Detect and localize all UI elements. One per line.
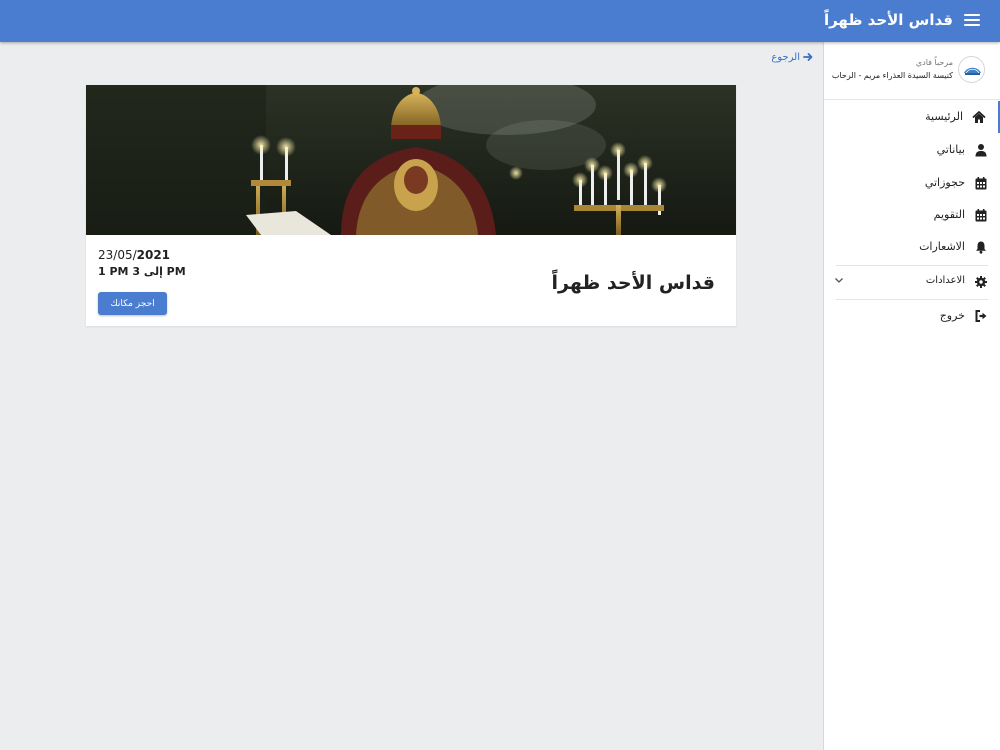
sidebar-item-calendar[interactable]: التقويم <box>824 199 1000 231</box>
event-banner-image <box>86 85 736 235</box>
back-label: الرجوع <box>771 52 800 63</box>
sidebar-item-label: بياناتي <box>936 143 965 156</box>
back-link[interactable]: الرجوع <box>771 52 813 63</box>
sidebar-item-label: الرئيسية <box>925 110 963 123</box>
church-logo-icon <box>958 56 985 83</box>
sidebar: مرحباً فادي كنيسة السيدة العذراء مريم - … <box>823 42 1000 750</box>
sidebar-item-label: التقويم <box>933 208 965 221</box>
sidebar-item-settings[interactable]: الاعدادات <box>824 266 1000 298</box>
event-card: قداس الأحد ظهراً 23/05/2021 1 PM إلى 3 P… <box>86 85 736 326</box>
sidebar-item-label: الاشعارات <box>919 240 965 253</box>
gear-icon <box>975 276 987 288</box>
sidebar-item-profile[interactable]: بياناتي <box>824 134 1000 166</box>
sidebar-item-label: حجوزاتي <box>924 176 965 189</box>
sidebar-item-bookings[interactable]: حجوزاتي <box>824 167 1000 199</box>
page-title: قداس الأحد ظهراً <box>823 11 953 29</box>
sidebar-item-label: خروج <box>939 309 965 322</box>
logout-icon <box>975 310 987 322</box>
event-date-day: 23/05/ <box>98 248 137 262</box>
event-date-year: 2021 <box>136 248 171 262</box>
top-app-bar: قداس الأحد ظهراً <box>0 0 1000 42</box>
sidebar-item-home[interactable]: الرئيسية <box>824 101 1000 133</box>
chevron-down-icon[interactable] <box>834 275 844 285</box>
book-seat-button[interactable]: احجز مكانك <box>98 292 167 315</box>
sidebar-item-logout[interactable]: خروج <box>824 300 1000 332</box>
arrow-right-icon <box>803 53 813 61</box>
hamburger-icon[interactable] <box>964 13 980 27</box>
event-time: 1 PM إلى 3 PM <box>98 265 186 278</box>
user-profile: مرحباً فادي كنيسة السيدة العذراء مريم - … <box>824 42 1000 100</box>
calendar-icon <box>975 209 987 222</box>
event-title: قداس الأحد ظهراً <box>551 272 715 294</box>
sidebar-item-label: الاعدادات <box>925 275 965 286</box>
event-date: 23/05/2021 <box>98 248 170 262</box>
home-icon <box>972 111 986 123</box>
greeting-text: مرحباً فادي <box>915 58 953 67</box>
church-name: كنيسة السيدة العذراء مريم - الرحاب <box>831 71 953 80</box>
calendar-icon <box>975 177 987 190</box>
sidebar-item-notifications[interactable]: الاشعارات <box>824 231 1000 263</box>
bell-icon <box>976 241 986 254</box>
user-icon <box>975 144 987 157</box>
